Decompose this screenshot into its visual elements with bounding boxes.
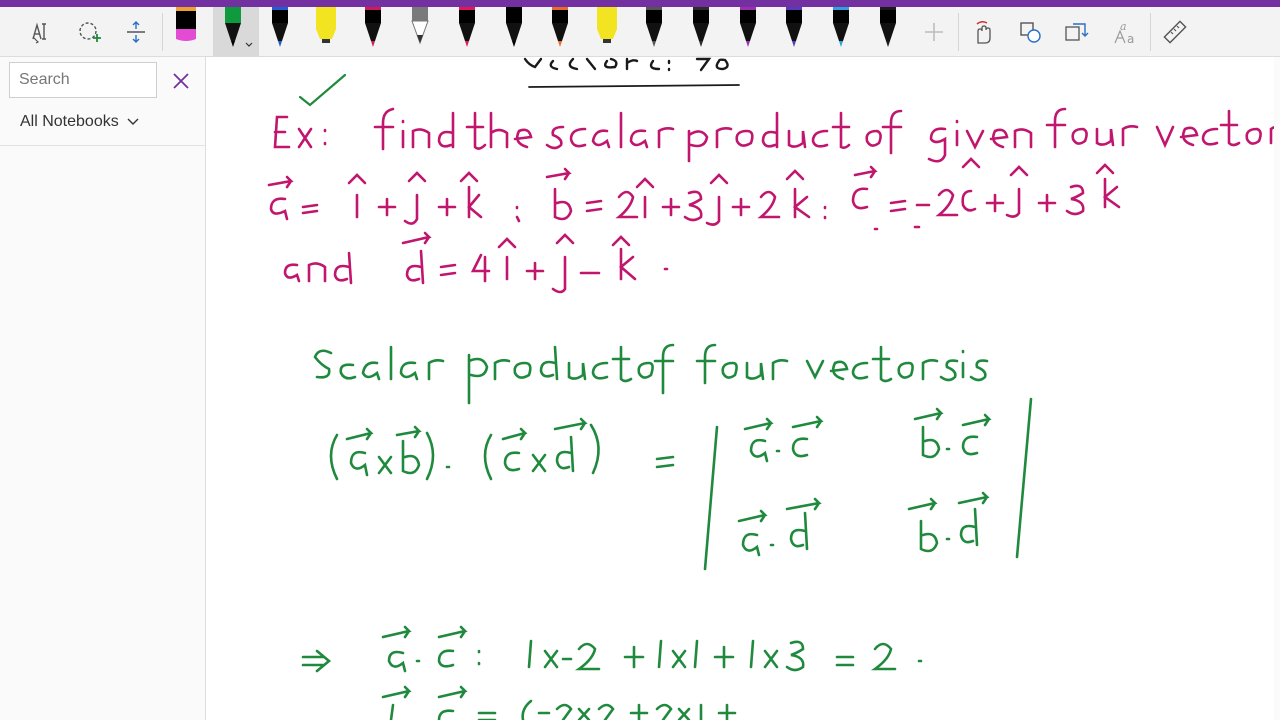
ink-block-question xyxy=(273,107,1280,163)
pen-tool-8[interactable] xyxy=(494,7,534,57)
ink-block-vector-d xyxy=(283,231,669,294)
pencil-icon xyxy=(411,7,429,45)
shapes-icon xyxy=(1020,22,1041,43)
svg-text:a: a xyxy=(1120,20,1127,33)
ink-replay-icon xyxy=(1065,23,1089,41)
pen-tool-7[interactable] xyxy=(447,7,487,57)
ink-block-determinant xyxy=(329,397,1033,571)
pen-tool-1[interactable] xyxy=(166,7,206,57)
highlighter-icon xyxy=(316,7,337,43)
ink-block-calculation-2 xyxy=(381,685,737,720)
chevron-down-icon xyxy=(127,118,139,125)
pen-icon xyxy=(692,7,709,47)
ink-to-shape-icon xyxy=(976,20,991,44)
search-input[interactable] xyxy=(10,63,158,97)
pen-icon xyxy=(505,7,522,47)
toolbar-separator xyxy=(162,13,163,51)
pen-tool-9[interactable] xyxy=(540,7,580,57)
pen-icon xyxy=(833,7,850,47)
pen-icon xyxy=(646,7,662,47)
pen-icon xyxy=(786,7,803,47)
draw-toolbar: a a xyxy=(0,7,1280,57)
pen-tool-12[interactable] xyxy=(681,7,721,57)
pen-icon xyxy=(739,7,756,47)
lasso-select-button[interactable] xyxy=(20,7,64,57)
pen-icon xyxy=(458,7,475,47)
ink-stroke-title xyxy=(523,57,740,88)
pen-tool-16[interactable] xyxy=(868,7,908,57)
shape-select-button[interactable] xyxy=(67,7,111,57)
add-pen-icon xyxy=(925,23,943,41)
ruler-button[interactable] xyxy=(1154,7,1196,57)
pen-tool-10[interactable] xyxy=(587,7,627,57)
lasso-select-icon xyxy=(32,22,46,44)
pen-icon xyxy=(224,7,253,47)
ink-stroke-checkmark xyxy=(298,73,347,107)
pen-tool-3[interactable] xyxy=(260,7,300,57)
ink-to-shape-button[interactable] xyxy=(962,7,1002,57)
all-notebooks-dropdown[interactable]: All Notebooks xyxy=(20,113,139,131)
add-space-button[interactable] xyxy=(114,7,158,57)
sidebar-divider xyxy=(0,145,205,146)
svg-text:a: a xyxy=(1127,32,1134,45)
toolbar-separator xyxy=(958,13,959,51)
handwritten-ink xyxy=(267,57,1280,720)
navigation-pane: All Notebooks xyxy=(0,57,206,720)
shapes-button[interactable] xyxy=(1010,7,1050,57)
ink-block-formula-heading xyxy=(313,343,989,405)
title-accent-bar xyxy=(0,0,1280,7)
pen-tool-2[interactable] xyxy=(212,7,259,57)
highlighter-icon xyxy=(597,7,618,43)
ink-block-vector-definitions xyxy=(267,157,1121,231)
pen-tool-11[interactable] xyxy=(634,7,674,57)
pen-tool-13[interactable] xyxy=(728,7,768,57)
highlighter-icon xyxy=(176,7,196,41)
note-canvas[interactable] xyxy=(207,57,1280,720)
pen-icon xyxy=(271,7,288,47)
pen-icon xyxy=(880,7,896,47)
pen-tool-15[interactable] xyxy=(821,7,861,57)
close-search-button[interactable] xyxy=(168,68,194,94)
add-pen-button[interactable] xyxy=(914,7,954,57)
pen-tool-5[interactable] xyxy=(353,7,393,57)
toolbar-separator xyxy=(1150,13,1151,51)
pen-tool-6[interactable] xyxy=(400,7,440,57)
add-space-icon xyxy=(127,21,145,43)
pen-tool-4[interactable] xyxy=(306,7,346,57)
ink-to-text-button[interactable]: a a xyxy=(1106,7,1146,57)
all-notebooks-label: All Notebooks xyxy=(20,113,119,130)
pen-icon xyxy=(365,7,382,47)
ink-block-calculation-1 xyxy=(301,625,923,673)
close-icon xyxy=(173,73,189,89)
search-box xyxy=(9,62,158,98)
shape-select-icon xyxy=(79,22,101,42)
pen-tool-14[interactable] xyxy=(774,7,814,57)
ink-to-text-icon: a a xyxy=(1114,20,1134,45)
ruler-icon xyxy=(1163,20,1187,44)
vertical-scrollbar[interactable] xyxy=(1274,57,1280,720)
ink-replay-button[interactable] xyxy=(1056,7,1096,57)
pen-icon xyxy=(552,7,569,47)
